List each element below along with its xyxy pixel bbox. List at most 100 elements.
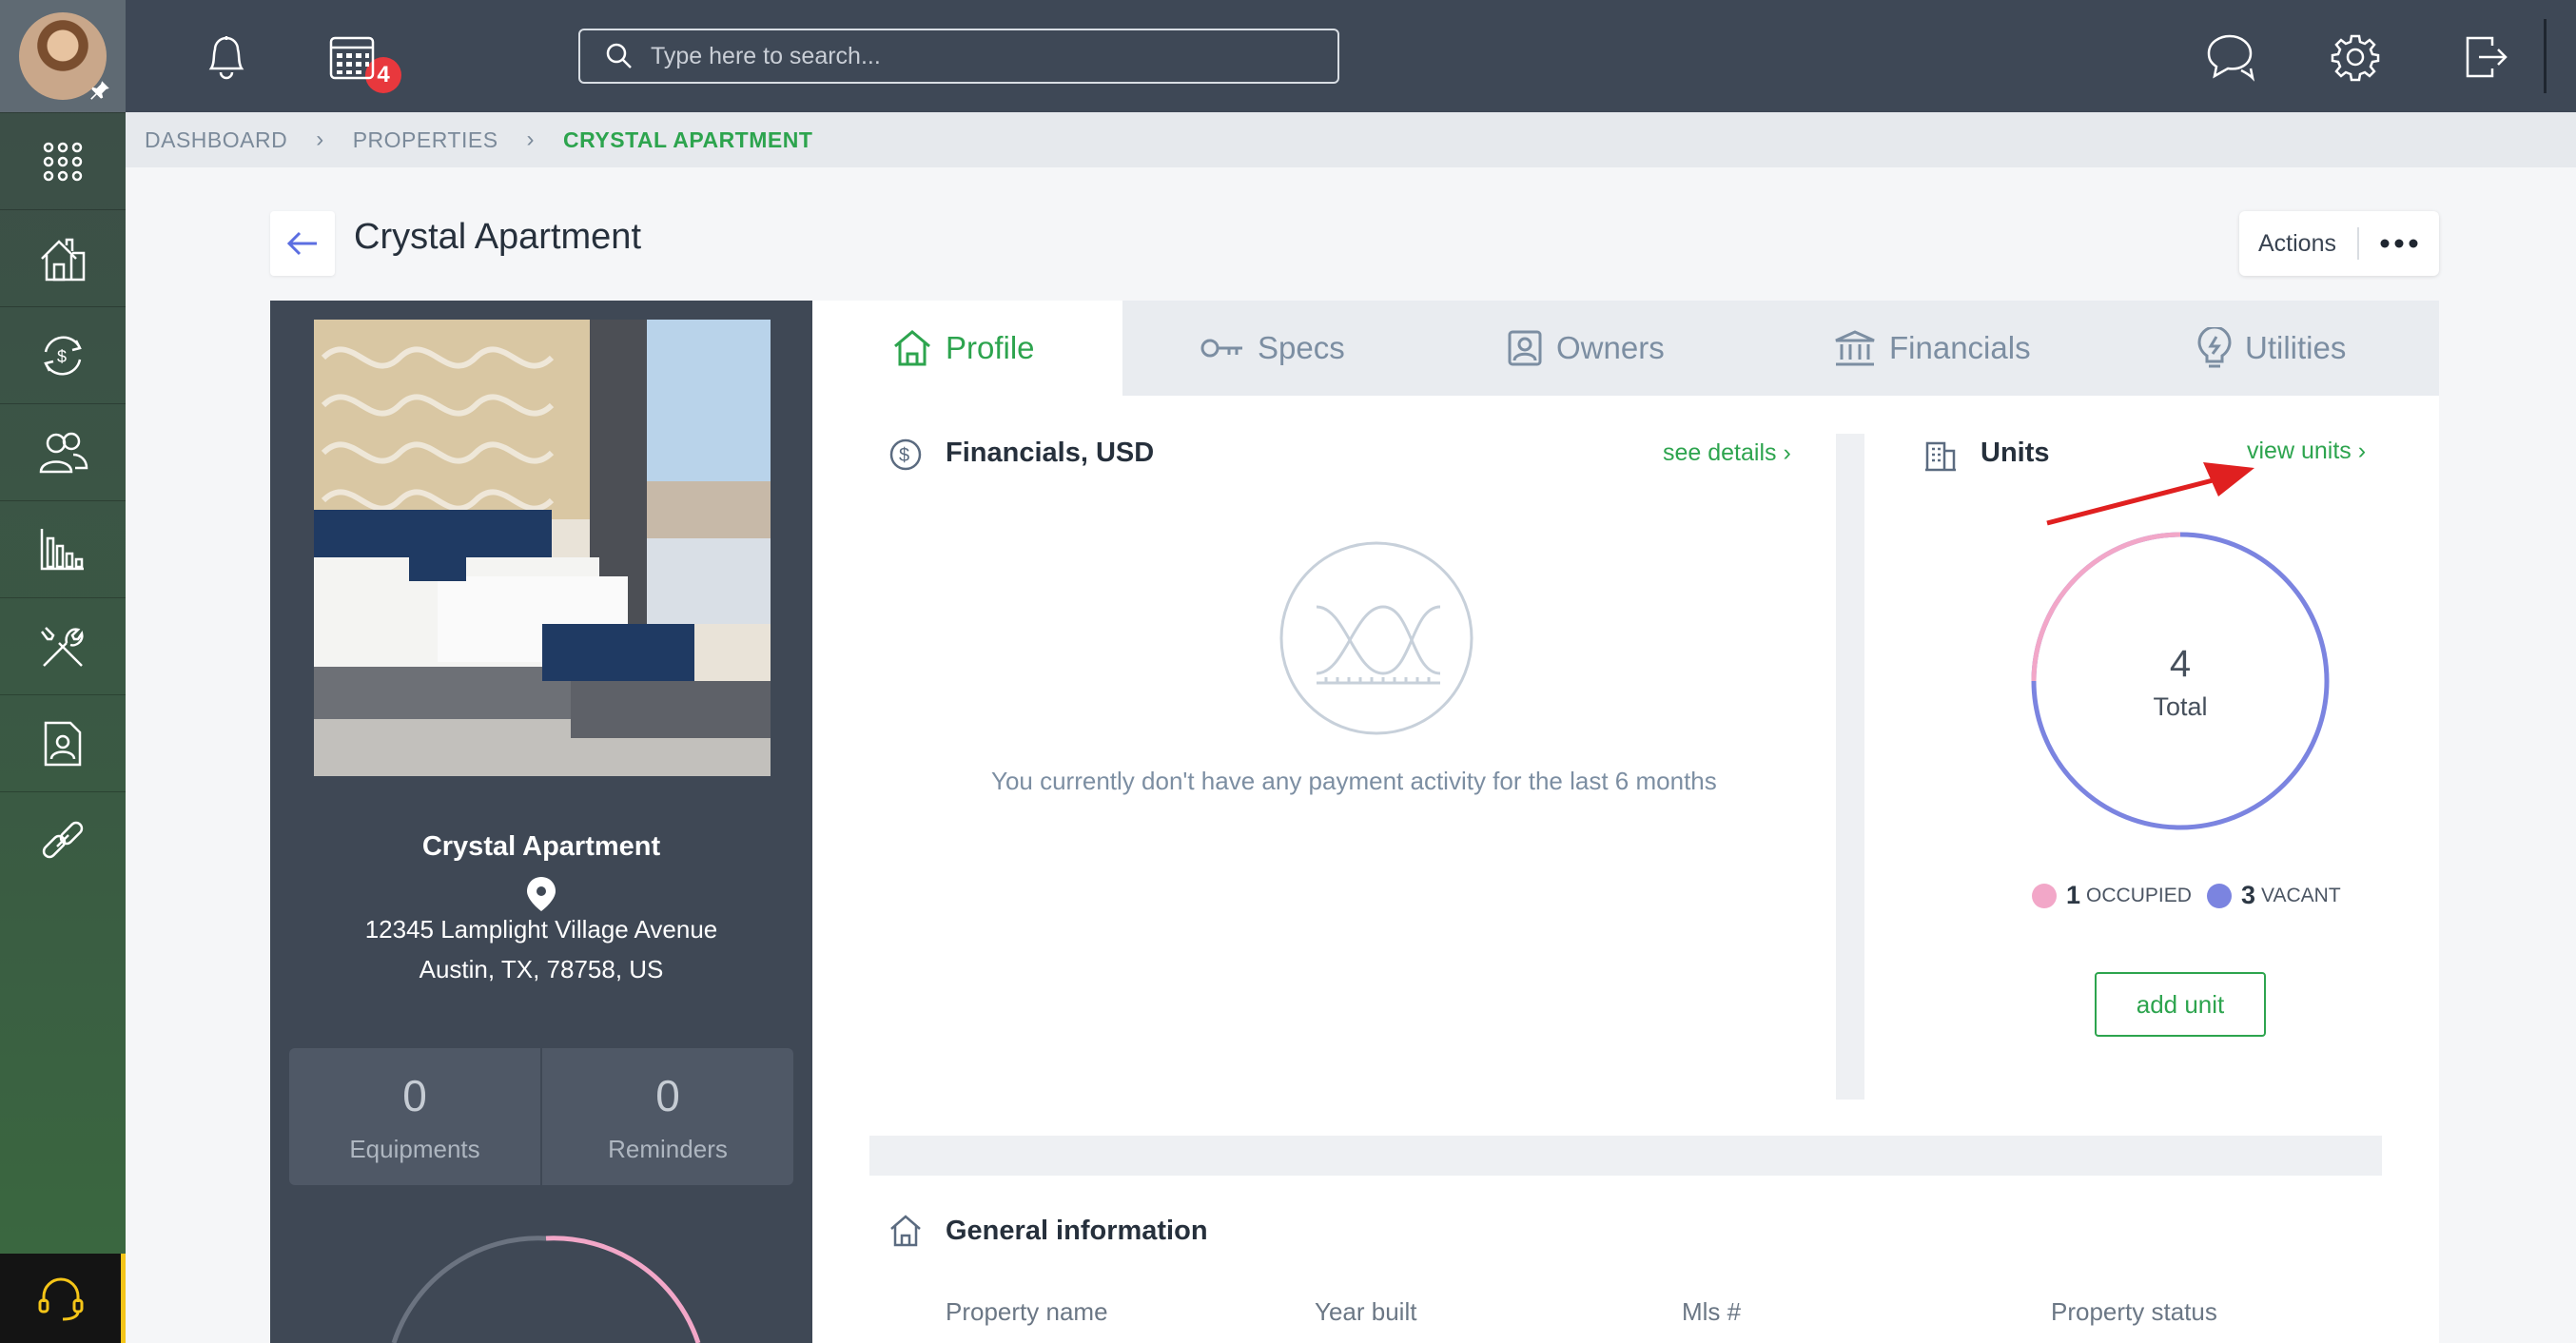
address-line-1: 12345 Lamplight Village Avenue	[364, 915, 718, 944]
tab-utilities[interactable]: Utilities	[2197, 301, 2346, 396]
vacant-count: 3	[2241, 881, 2256, 909]
stat-value: 0	[655, 1070, 680, 1120]
view-units-link[interactable]: view units ›	[2247, 438, 2366, 465]
annotation-arrow	[2046, 462, 2254, 526]
actions-label[interactable]: Actions	[2239, 230, 2357, 258]
link-icon	[38, 816, 88, 866]
sidebar-item-reports[interactable]	[0, 500, 126, 597]
people-icon	[37, 428, 88, 477]
home-outline-icon	[888, 1214, 923, 1248]
logout-button[interactable]	[2458, 29, 2515, 86]
user-avatar-area[interactable]	[0, 0, 126, 112]
search-input[interactable]	[649, 41, 1315, 71]
tab-label: Financials	[1889, 330, 2031, 365]
general-info-title: General information	[946, 1216, 1208, 1246]
legend-vacant: 3 VACANT	[2207, 881, 2341, 910]
top-divider	[2544, 19, 2547, 93]
stat-equipments[interactable]: 0 Equipments	[289, 1048, 540, 1185]
tab-financials[interactable]: Financials	[1834, 301, 2031, 396]
calendar-icon	[327, 32, 377, 82]
label-mls: Mls #	[1682, 1297, 1742, 1326]
logout-icon	[2464, 32, 2509, 82]
buildings-icon	[38, 234, 88, 283]
more-dots-icon[interactable]	[2359, 239, 2439, 248]
chat-button[interactable]	[2201, 29, 2258, 86]
chat-bubbles-icon	[2203, 32, 2256, 82]
dollar-circle-icon: $	[888, 438, 923, 472]
breadcrumb-current: CRYSTAL APARTMENT	[563, 127, 813, 152]
property-stats: 0 Equipments 0 Reminders	[289, 1048, 793, 1185]
stat-label: Equipments	[349, 1134, 480, 1163]
address-line-2: Austin, TX, 78758, US	[419, 955, 664, 983]
tab-label: Utilities	[2245, 330, 2347, 365]
section-separator	[869, 1136, 2382, 1176]
home-icon	[892, 329, 932, 367]
sidebar-item-properties[interactable]	[0, 209, 126, 306]
chevron-right-icon: ›	[316, 127, 324, 152]
actions-menu[interactable]: Actions	[2239, 211, 2439, 276]
tab-owners[interactable]: Owners	[1507, 301, 1665, 396]
bank-icon	[1834, 329, 1876, 367]
breadcrumb-dashboard[interactable]: DASHBOARD	[145, 127, 287, 153]
support-button[interactable]	[0, 1254, 126, 1343]
occupied-count: 1	[2066, 881, 2081, 909]
view-units-label: view units	[2247, 438, 2352, 464]
sidebar-item-links[interactable]	[0, 791, 126, 888]
vacant-label: VACANT	[2261, 884, 2341, 906]
building-icon	[1923, 438, 1958, 472]
settings-button[interactable]	[2327, 29, 2384, 86]
sidebar-item-tenants[interactable]	[0, 694, 126, 791]
tab-specs[interactable]: Specs	[1200, 301, 1345, 396]
units-total-label: Total	[2153, 692, 2208, 721]
sidebar-item-maintenance[interactable]	[0, 597, 126, 694]
map-pin-icon	[524, 875, 558, 913]
empty-chart-icon	[1278, 540, 1474, 736]
units-total: 4	[2169, 643, 2192, 685]
see-details-link[interactable]: see details ›	[1663, 439, 1791, 467]
tab-label: Specs	[1258, 330, 1345, 365]
top-bar: 4	[126, 0, 2576, 112]
label-property-name: Property name	[946, 1297, 1108, 1326]
label-year-built: Year built	[1315, 1297, 1417, 1326]
sidebar-item-contacts[interactable]	[0, 403, 126, 500]
add-unit-button[interactable]: add unit	[2095, 972, 2266, 1037]
key-icon	[1200, 336, 1244, 360]
see-details-label: see details	[1663, 439, 1777, 466]
sidebar: $	[0, 0, 126, 1343]
payment-cycle-icon: $	[38, 331, 88, 380]
stat-reminders[interactable]: 0 Reminders	[542, 1048, 793, 1185]
property-photo	[314, 320, 771, 776]
tab-bar: Profile Specs Owners Financials Utilitie…	[812, 301, 2439, 396]
property-card: Crystal Apartment 12345 Lamplight Villag…	[270, 301, 812, 1343]
units-title: Units	[1981, 438, 2050, 468]
svg-text:$: $	[899, 445, 909, 466]
legend-occupied: 1 OCCUPIED	[2032, 881, 2192, 910]
sidebar-item-payments[interactable]: $	[0, 306, 126, 403]
calendar-button[interactable]	[323, 29, 381, 86]
search-box[interactable]	[578, 29, 1339, 84]
tab-profile[interactable]: Profile	[812, 301, 1122, 396]
bulb-icon	[2197, 327, 2232, 369]
tab-label: Profile	[946, 330, 1035, 365]
bar-chart-icon	[38, 525, 88, 574]
notifications-button[interactable]	[198, 29, 255, 86]
column-divider	[1836, 434, 1864, 1100]
apps-grid-icon	[41, 140, 85, 184]
sidebar-item-apps[interactable]	[0, 112, 126, 209]
pin-icon[interactable]	[88, 78, 112, 103]
gear-icon	[2331, 32, 2380, 82]
back-button[interactable]	[270, 211, 335, 276]
svg-text:$: $	[57, 347, 67, 366]
stat-value: 0	[402, 1070, 427, 1120]
bell-icon	[204, 32, 249, 82]
owner-card-icon	[1507, 329, 1543, 367]
chevron-right-icon: ›	[1783, 439, 1791, 466]
occupied-label: OCCUPIED	[2086, 884, 2192, 906]
breadcrumb: DASHBOARD › PROPERTIES › CRYSTAL APARTME…	[126, 112, 2576, 167]
arrow-left-icon	[286, 230, 319, 257]
chevron-right-icon: ›	[2357, 438, 2367, 464]
breadcrumb-properties[interactable]: PROPERTIES	[353, 127, 498, 153]
label-property-status: Property status	[2051, 1297, 2217, 1326]
tools-icon	[38, 622, 88, 672]
empty-financials-message: You currently don't have any payment act…	[991, 767, 1717, 795]
